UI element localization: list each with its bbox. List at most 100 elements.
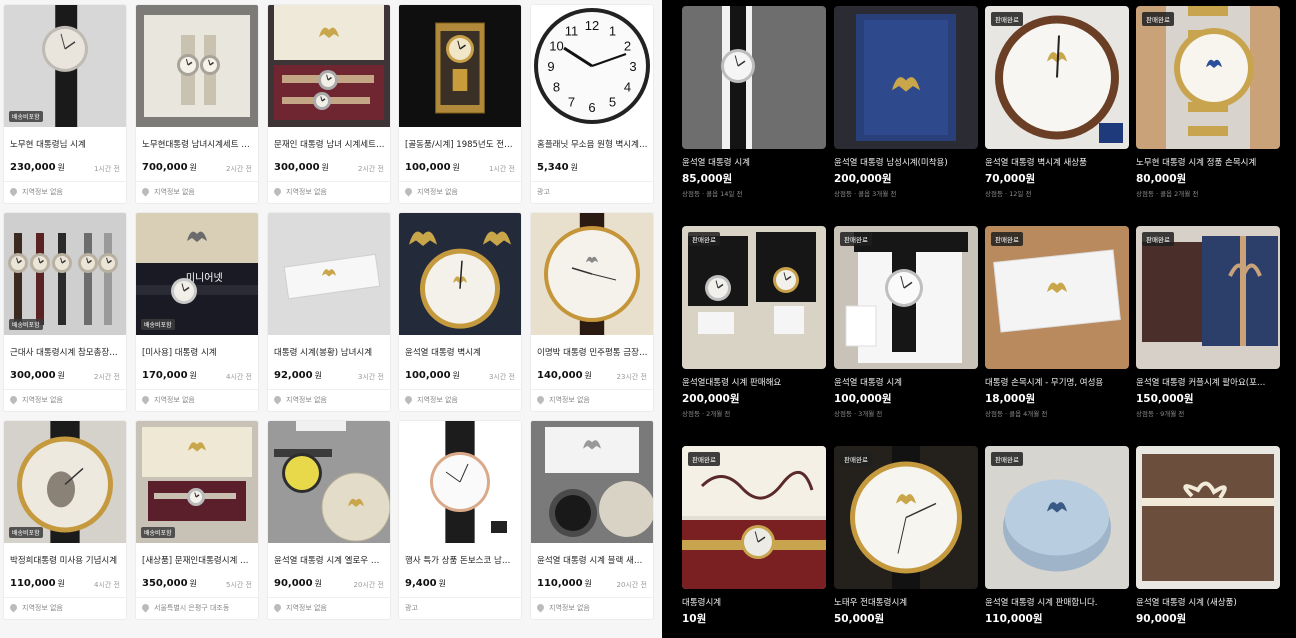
location-text: 지역정보 없음 — [22, 188, 63, 196]
listing-card[interactable]: 판매완료 노태우 전대통령시계 50,000원 — [834, 446, 978, 638]
price-value: 9,400 — [405, 578, 437, 589]
listing-title[interactable]: [새상품] 문재인대통령시계 … — [142, 554, 254, 566]
listing-card[interactable]: 배송비포함 근대사 대통령시계 참모총장… 300,000 원 2시간 전 지역정보 없음 — [3, 212, 127, 412]
listing-title[interactable]: 이명박 대통령 민주평통 금장… — [537, 346, 649, 358]
product-image[interactable]: 12 1 2 3 4 5 6 7 8 9 10 11 — [531, 5, 653, 127]
listing-title[interactable]: 윤석열 대통령 시계 판매합니다. — [985, 596, 1129, 608]
product-image[interactable] — [531, 213, 653, 335]
product-image[interactable]: 미니어넷 — [136, 213, 258, 335]
listing-title[interactable]: 홈플래닛 무소음 원형 벽시계… — [537, 138, 649, 150]
listing-title[interactable]: 노태우 전대통령시계 — [834, 596, 978, 608]
product-image[interactable] — [834, 226, 978, 369]
product-image[interactable] — [834, 6, 978, 149]
listing-card[interactable]: 문재인 대통령 남녀 시계세트… 300,000 원 2시간 전 지역정보 없음 — [267, 4, 391, 204]
listing-card[interactable]: 판매완료 대통령 손목시계 - 무기명, 여성용 18,000원 상점등 · 콜옵 4… — [985, 226, 1129, 426]
listing-card[interactable]: 판매완료 대통령시계 10원 — [682, 446, 826, 638]
listing-title[interactable]: 윤석열 대통령 남성시계(미착용) — [834, 156, 978, 168]
product-image[interactable] — [268, 213, 390, 335]
listing-card[interactable]: 윤석열 대통령 벽시계 100,000 원 3시간 전 지역정보 없음 — [398, 212, 522, 412]
listing-card[interactable]: [골동품/시계] 1985년도 전… 100,000 원 1시간 전 지역정보 없음 — [398, 4, 522, 204]
product-image[interactable] — [985, 446, 1129, 589]
listing-card[interactable]: 윤석열 대통령 시계 (새상품) 90,000원 — [1136, 446, 1280, 638]
listing-title[interactable]: 윤석열대통령 시계 판매해요 — [682, 376, 826, 388]
product-image[interactable] — [1136, 446, 1280, 589]
listing-title[interactable]: 윤석열 대통령 시계 블랙 새… — [537, 554, 649, 566]
svg-text:7: 7 — [568, 95, 575, 110]
listing-title[interactable]: 대통령 시계(봉황) 남녀시계 — [274, 346, 386, 358]
listing-title[interactable]: 윤석열 대통령 시계 — [682, 156, 826, 168]
listing-card[interactable]: 판매완료 윤석열 대통령 시계 판매합니다. 110,000원 — [985, 446, 1129, 638]
product-image[interactable] — [268, 5, 390, 127]
product-image[interactable] — [1136, 226, 1280, 369]
product-image[interactable] — [136, 421, 258, 543]
product-image[interactable] — [834, 446, 978, 589]
sold-badge: 판매완료 — [688, 452, 720, 466]
listing-title[interactable]: 노무현대통령 남녀시계세트 … — [142, 138, 254, 150]
product-image[interactable] — [531, 421, 653, 543]
listing-card[interactable]: 대통령 시계(봉황) 남녀시계 92,000 원 3시간 전 지역정보 없음 — [267, 212, 391, 412]
listing-title[interactable]: 박정희대통령 미사용 기념시계 — [10, 554, 122, 566]
listing-title[interactable]: 근대사 대통령시계 참모총장… — [10, 346, 122, 358]
price-value: 170,000 — [142, 370, 188, 381]
right-listing-panel: 윤석열 대통령 시계 85,000원 상점등 · 콜옵 14일 전 윤석열 대통령 남… — [662, 0, 1296, 638]
listing-card[interactable]: 미니어넷 배송비포함 [미사용] 대통령 시계 170,000 원 4시간 전 지역정보 … — [135, 212, 259, 412]
product-image[interactable] — [399, 213, 521, 335]
listing-card[interactable]: 판매완료 윤석열대통령 시계 판매해요 200,000원 상점등 · 2개월 전 — [682, 226, 826, 426]
product-image[interactable] — [4, 5, 126, 127]
product-image[interactable] — [4, 213, 126, 335]
product-image[interactable] — [399, 421, 521, 543]
listing-title[interactable]: 노무현 대통령님 시계 — [10, 138, 122, 150]
listing-meta: 상점등 · 9개월 전 — [1136, 410, 1185, 418]
listing-card[interactable]: 이명박 대통령 민주평통 금장… 140,000 원 23시간 전 지역정보 없음 — [530, 212, 654, 412]
listing-title[interactable]: 대통령시계 — [682, 596, 826, 608]
listing-title[interactable]: 윤석열 대통령 벽시계 — [405, 346, 517, 358]
listing-title[interactable]: 윤석열 대통령 시계 (새상품) — [1136, 596, 1280, 608]
listing-card[interactable]: 판매완료 노무현 대통령 시계 정품 손목시계 80,000원 상점등 · 콜옵 2개… — [1136, 6, 1280, 206]
product-image[interactable] — [682, 446, 826, 589]
listing-title[interactable]: 행사 특가 상품 돈보스코 남… — [405, 554, 517, 566]
listing-card[interactable]: 윤석열 대통령 남성시계(미착용) 200,000원 상점등 · 콜옵 3개월 전 — [834, 6, 978, 206]
listing-card[interactable]: 배송비포함 박정희대통령 미사용 기념시계 110,000 원 4시간 전 지역정보 없음 — [3, 420, 127, 620]
listing-card[interactable]: 12 1 2 3 4 5 6 7 8 9 10 11 홈플래닛 무소음 원형 벽시계… 5,340 원 광고 — [530, 4, 654, 204]
product-image[interactable] — [985, 6, 1129, 149]
svg-text:6: 6 — [588, 100, 595, 115]
listing-title[interactable]: 윤석열 대통령 시계 옐로우 … — [274, 554, 386, 566]
sold-badge: 판매완료 — [1142, 232, 1174, 246]
listing-card[interactable]: 판매완료 윤석열 대통령 시계 100,000원 상점등 · 3개월 전 — [834, 226, 978, 426]
listing-card[interactable]: 노무현대통령 남녀시계세트 … 700,000 원 2시간 전 지역정보 없음 — [135, 4, 259, 204]
svg-text:10: 10 — [549, 39, 563, 54]
listing-title[interactable]: 윤석열 대통령 벽시계 새상품 — [985, 156, 1129, 168]
listing-title[interactable]: 윤석열 대통령 시계 — [834, 376, 978, 388]
product-image[interactable] — [399, 5, 521, 127]
listing-card[interactable]: 윤석열 대통령 시계 옐로우 … 90,000 원 20시간 전 지역정보 없음 — [267, 420, 391, 620]
listing-card[interactable]: 배송비포함 [새상품] 문재인대통령시계 … 350,000 원 5시간 전 서울특별시 … — [135, 420, 259, 620]
shipping-badge: 배송비포함 — [141, 319, 175, 330]
product-image[interactable] — [268, 421, 390, 543]
svg-text:5: 5 — [609, 95, 616, 110]
listing-title[interactable]: 대통령 손목시계 - 무기명, 여성용 — [985, 376, 1129, 388]
listing-card[interactable]: 판매완료 윤석열 대통령 커플시계 팔아요(포… 150,000원 상점등 · 9개월… — [1136, 226, 1280, 426]
price-unit: 원 — [570, 163, 579, 172]
divider — [399, 389, 521, 390]
listing-title[interactable]: 윤석열 대통령 커플시계 팔아요(포… — [1136, 376, 1280, 388]
listing-card[interactable]: 배송비포함 노무현 대통령님 시계 230,000 원 1시간 전 지역정보 없음 — [3, 4, 127, 204]
product-image[interactable] — [4, 421, 126, 543]
listing-card[interactable]: 행사 특가 상품 돈보스코 남… 9,400 원 광고 — [398, 420, 522, 620]
listing-card[interactable]: 윤석열 대통령 시계 블랙 새… 110,000 원 20시간 전 지역정보 없음 — [530, 420, 654, 620]
listing-title[interactable]: [미사용] 대통령 시계 — [142, 346, 254, 358]
listing-price: 100,000원 — [405, 370, 460, 381]
listing-title[interactable]: 문재인 대통령 남녀 시계세트… — [274, 138, 386, 150]
product-image[interactable] — [682, 6, 826, 149]
listing-price: 90,000원 — [274, 578, 322, 589]
product-image[interactable] — [682, 226, 826, 369]
listing-card[interactable]: 윤석열 대통령 시계 85,000원 상점등 · 콜옵 14일 전 — [682, 6, 826, 206]
listing-title[interactable]: 노무현 대통령 시계 정품 손목시계 — [1136, 156, 1280, 168]
product-image[interactable] — [985, 226, 1129, 369]
listing-time: 4시간 전 — [94, 581, 120, 589]
product-image[interactable] — [1136, 6, 1280, 149]
location-pin-icon — [403, 394, 414, 405]
listing-card[interactable]: 판매완료 윤석열 대통령 벽시계 새상품 70,000원 상점등 · 12일 전 — [985, 6, 1129, 206]
svg-text:11: 11 — [565, 23, 579, 38]
product-image[interactable] — [136, 5, 258, 127]
listing-title[interactable]: [골동품/시계] 1985년도 전… — [405, 138, 517, 150]
